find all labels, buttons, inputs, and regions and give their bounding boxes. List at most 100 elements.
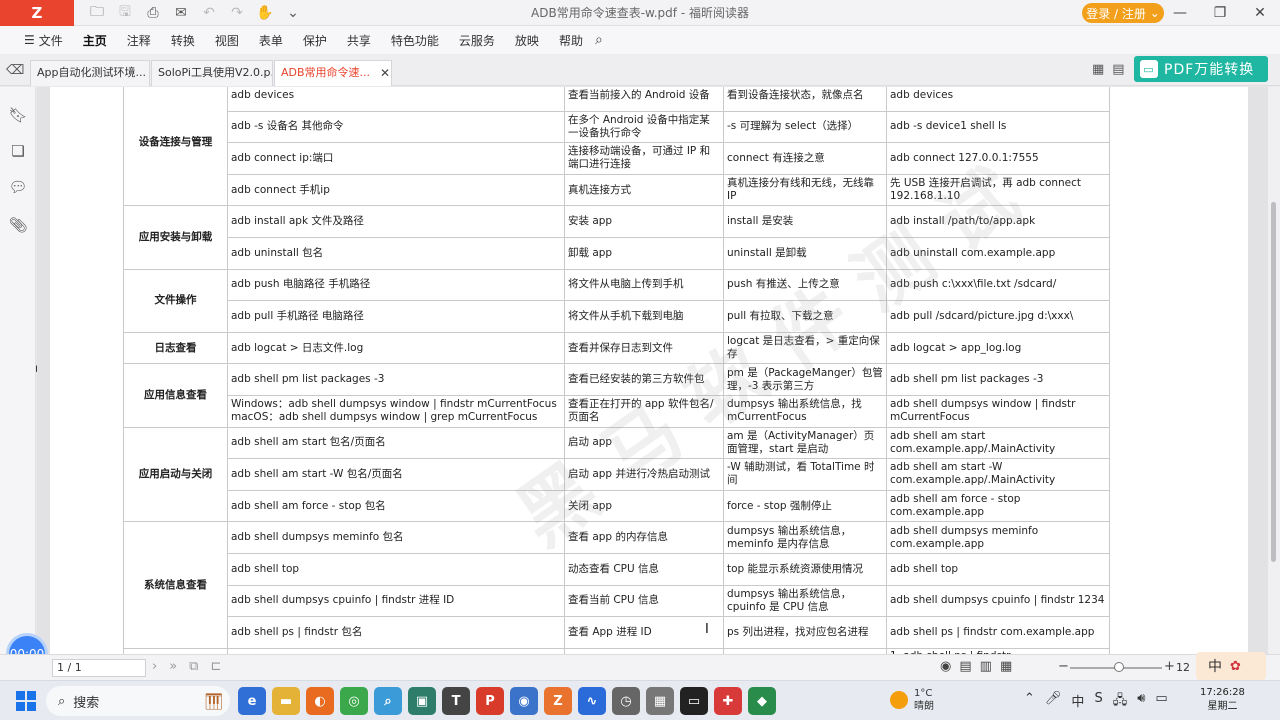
wps-tray-icon[interactable]: S [1094, 691, 1102, 713]
menu-cloud[interactable]: 云服务 [449, 32, 505, 49]
last-page-icon[interactable]: » [169, 659, 177, 674]
save-icon[interactable]: 🖫 [114, 2, 136, 24]
status-bar: 1 / 1 › » ⧉ ⊏ ◉ ▤ ▥ ▦ − + 12 [0, 654, 1280, 680]
timer-app-icon[interactable]: ◷ [612, 687, 640, 715]
description-cell: 启动 app [564, 426, 724, 460]
bookmark-icon[interactable]: 🔖︎ [8, 105, 28, 125]
scroll-thumb[interactable] [1271, 202, 1276, 562]
attachment-icon[interactable]: 📎︎ [8, 215, 28, 235]
network-icon[interactable]: 🖧︎ [1113, 691, 1128, 713]
chevron-up-icon[interactable]: ⌃ [1024, 691, 1035, 713]
weather-widget[interactable]: 1°C 晴朗 [890, 687, 934, 713]
comment-icon[interactable]: 💬︎ [8, 177, 28, 197]
zoom-level[interactable]: 12 [1176, 661, 1190, 674]
firefox-icon[interactable]: ◐ [306, 687, 334, 715]
eye-icon[interactable]: ◉ [940, 659, 951, 674]
windows-taskbar: ⌕ 搜索 🎹︎ e ▬ ◐ ◎ ⌕ ▣ T P ◉ Z ∿ ◷ ▦ ▭ ✚ ◆ … [0, 680, 1280, 720]
fit-page-icon[interactable]: ⊏ [210, 659, 221, 674]
menu-file[interactable]: ☰ 文件 [14, 32, 73, 49]
chrome-icon[interactable]: ◎ [340, 687, 368, 715]
table-row: adb connect ip:端口 连接移动端设备，可通过 IP 和端口进行连接 c… [124, 142, 1110, 175]
reading-mode-icon[interactable]: ▤ [1112, 62, 1124, 77]
menu-comment[interactable]: 注释 [117, 32, 161, 49]
vertical-scrollbar[interactable] [1268, 87, 1280, 654]
mail-icon[interactable]: ✉ [170, 2, 192, 24]
menu-form[interactable]: 表单 [249, 32, 293, 49]
battery-icon[interactable]: ▭ [1155, 691, 1167, 713]
pdf-convert-button[interactable]: ▭ PDF万能转换 [1134, 56, 1268, 82]
menu-help[interactable]: 帮助 [549, 32, 593, 49]
tab-adb-cheatsheet[interactable]: ADB常用命令速... [274, 60, 392, 86]
zoom-in-icon[interactable]: + [1164, 659, 1175, 674]
close-icon[interactable]: ✕ [1240, 0, 1280, 26]
copy-page-icon[interactable]: ⧉ [189, 659, 198, 674]
document-view[interactable]: 设备连接与管理 adb devices 查看当前接入的 Android 设备 看到设备… [37, 87, 1268, 654]
page-number-field[interactable]: 1 / 1 [52, 659, 146, 677]
typora-icon[interactable]: T [442, 687, 470, 715]
folder-open-icon[interactable]: 🗀 [86, 2, 108, 24]
chat-app-icon[interactable]: ◉ [510, 687, 538, 715]
description-cell: 真机连接方式 [564, 173, 724, 207]
category-cell: 应用启动与关闭 [123, 426, 228, 523]
menu-present[interactable]: 放映 [505, 32, 549, 49]
print-icon[interactable]: ⎙ [142, 2, 164, 24]
microphone-icon[interactable]: 🎤︎ [1045, 691, 1062, 713]
command-cell: adb shell dumpsys meminfo 包名 [227, 521, 565, 554]
command-line: macOS：adb shell dumpsys window | grep mC… [231, 411, 538, 424]
chart-app-icon[interactable]: ∿ [578, 687, 606, 715]
green-app-icon[interactable]: ◆ [748, 687, 776, 715]
search-app-icon[interactable]: ⌕ [374, 687, 402, 715]
menu-home[interactable]: 主页 [73, 32, 117, 49]
terminal-icon[interactable]: ▭ [680, 687, 708, 715]
pdf-app-icon[interactable]: P [476, 687, 504, 715]
hamburger-icon: ☰ [24, 33, 35, 47]
ime-indicator[interactable]: 中 [1071, 691, 1084, 713]
windows-start-icon[interactable] [16, 691, 36, 711]
app-window-icon[interactable]: ▣ [408, 687, 436, 715]
menu-features[interactable]: 特色功能 [381, 32, 449, 49]
menu-share[interactable]: 共享 [337, 32, 381, 49]
command-cell: adb shell ps | findstr 包名 [227, 616, 565, 649]
continuous-page-icon[interactable]: ▥ [980, 659, 992, 674]
foxit-taskbar-icon[interactable]: Z [544, 687, 572, 715]
login-label: 登录 / 注册 [1086, 6, 1146, 21]
tab-app-automation[interactable]: App自动化测试环境... [30, 60, 150, 86]
redo-icon[interactable]: ↷ [226, 2, 248, 24]
dropdown-icon[interactable]: ⌄ [282, 2, 304, 24]
tab-close-icon[interactable]: ✕ [380, 66, 390, 80]
example-cell: adb connect 127.0.0.1:7555 [886, 142, 1110, 175]
taskbar-search[interactable]: ⌕ 搜索 🎹︎ [46, 686, 230, 716]
example-cell: adb shell dumpsys meminfo com.example.ap… [886, 521, 1110, 554]
minimize-icon[interactable]: — [1160, 0, 1200, 26]
ime-widget[interactable]: 中 ✿ [1196, 652, 1266, 680]
menu-protect[interactable]: 保护 [293, 32, 337, 49]
tab-solopi[interactable]: SoloPi工具使用V2.0.p... [151, 60, 273, 86]
pages-icon[interactable]: ❏ [8, 141, 28, 161]
hand-tool-icon[interactable]: ✋ [254, 2, 276, 24]
zoom-out-icon[interactable]: − [1058, 659, 1069, 674]
description-cell: 将文件从手机下载到电脑 [564, 300, 724, 333]
search-icon[interactable]: ⌕ [595, 32, 603, 48]
menu-convert[interactable]: 转换 [161, 32, 205, 49]
facing-page-icon[interactable]: ▦ [1000, 659, 1012, 674]
zoom-slider-handle[interactable] [1114, 662, 1124, 672]
volume-icon[interactable]: 🔊︎ [1137, 691, 1145, 713]
next-page-icon[interactable]: › [152, 659, 157, 674]
clock[interactable]: 17:26:28 星期二 [1200, 686, 1245, 714]
gallery-app-icon[interactable]: ▦ [646, 687, 674, 715]
maximize-icon[interactable]: ❐ [1200, 0, 1240, 26]
edge-icon[interactable]: e [238, 687, 266, 715]
table-row: adb shell dumpsys cpuinfo | findstr 进程 I… [124, 584, 1110, 618]
login-register-button[interactable]: 登录 / 注册 ⌄ [1082, 3, 1164, 23]
file-explorer-icon[interactable]: ▬ [272, 687, 300, 715]
table-row: 日志查看 adb logcat > 日志文件.log 查看并保存日志到文件 logca… [123, 331, 1110, 365]
foxit-logo-icon[interactable]: Z [0, 0, 74, 26]
description-cell: 将文件从电脑上传到手机 [564, 268, 724, 302]
menu-view[interactable]: 视图 [205, 32, 249, 49]
xmind-icon[interactable]: ✚ [714, 687, 742, 715]
undo-icon[interactable]: ↶ [198, 2, 220, 24]
eraser-icon[interactable]: ⌫ [6, 63, 24, 78]
grid-view-icon[interactable]: ▦ [1092, 62, 1104, 77]
single-page-icon[interactable]: ▤ [959, 659, 971, 674]
example-cell: adb install /path/to/app.apk [886, 205, 1110, 238]
